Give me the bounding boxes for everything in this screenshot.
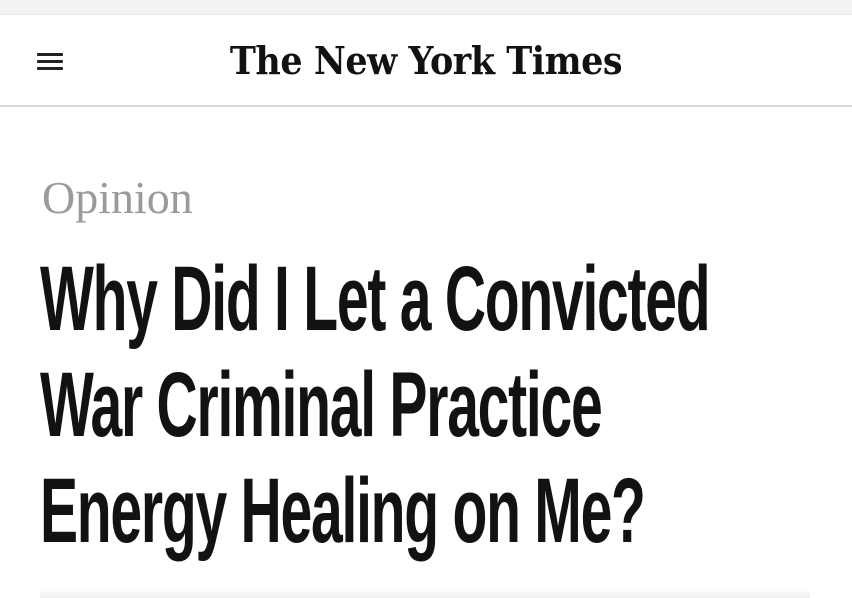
article-headline: Why Did I Let a Convicted War Criminal P…: [40, 246, 711, 564]
site-header: The New York Times: [0, 15, 852, 107]
browser-top-strip: [0, 0, 852, 15]
site-logo[interactable]: The New York Times: [34, 37, 818, 85]
headline-line: Why Did I Let a Convicted: [40, 248, 711, 350]
headline-line: War Criminal Practice: [40, 354, 603, 456]
cut-off-text-edge: [40, 588, 810, 598]
headline-line: Energy Healing on Me?: [40, 460, 646, 562]
section-label[interactable]: Opinion: [42, 170, 193, 226]
page: The New York Times Opinion Why Did I Let…: [0, 0, 852, 598]
